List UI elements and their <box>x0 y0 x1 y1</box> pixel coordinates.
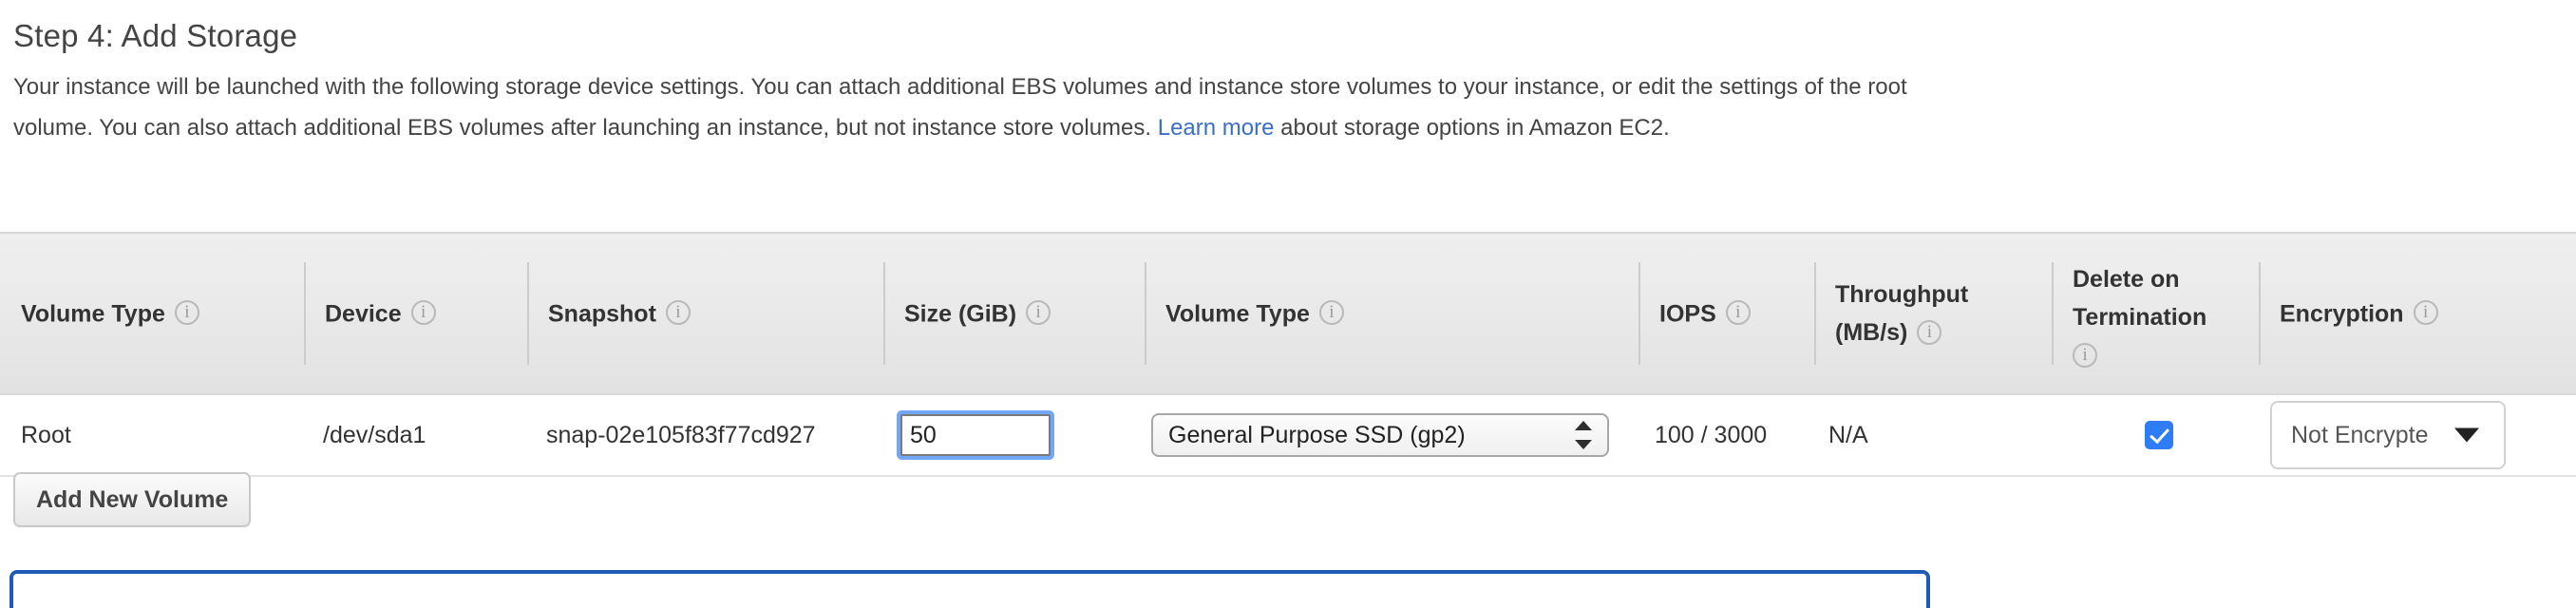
cell-delete-on-termination <box>2069 395 2249 475</box>
intro-paragraph: Your instance will be launched with the … <box>13 66 1951 148</box>
intro-text-after-link: about storage options in Amazon EC2. <box>1274 115 1670 141</box>
column-header-label-line1: Throughput <box>1835 281 1969 308</box>
cell-volume-type-root: Root <box>21 421 71 448</box>
size-input[interactable] <box>900 414 1051 456</box>
column-header-iops: IOPS <box>1638 234 1814 393</box>
column-header-encryption: Encryption <box>2259 234 2576 393</box>
cell-encryption: Not Encrypte <box>2270 395 2555 475</box>
add-new-volume-button[interactable]: Add New Volume <box>13 472 252 527</box>
info-icon[interactable] <box>410 300 436 326</box>
delete-on-termination-checkbox[interactable] <box>2145 421 2173 449</box>
volume-type-select[interactable]: General Purpose SSD (gp2) <box>1151 413 1609 457</box>
column-header-delete-on-termination: Delete on Termination <box>2052 234 2259 393</box>
cell-throughput: N/A <box>1828 421 1868 448</box>
column-header-label: IOPS <box>1659 300 1716 328</box>
info-icon[interactable] <box>1026 300 1051 326</box>
info-icon[interactable] <box>1725 300 1751 326</box>
column-header-label: Device <box>325 300 402 328</box>
info-icon[interactable] <box>665 300 691 326</box>
page-title: Step 4: Add Storage <box>13 18 298 53</box>
info-icon[interactable] <box>174 300 199 326</box>
column-header-snapshot: Snapshot <box>527 234 883 393</box>
learn-more-link[interactable]: Learn more <box>1158 115 1275 141</box>
column-header-label: Snapshot <box>548 300 656 328</box>
column-header-label: Size (GiB) <box>904 300 1017 328</box>
volume-type-select-value: General Purpose SSD (gp2) <box>1168 421 1466 448</box>
column-header-label-line2: (MB/s) <box>1835 319 1908 346</box>
cell-iops: 100 / 3000 <box>1655 421 1768 448</box>
column-header-label-line1: Delete on <box>2073 266 2180 293</box>
info-icon[interactable] <box>2073 343 2097 368</box>
table-row: Root /dev/sda1 snap-02e105f83f77cd927 Ge… <box>0 395 2576 477</box>
chevron-down-icon[interactable] <box>2454 428 2479 443</box>
info-icon[interactable] <box>1318 300 1344 326</box>
cell-size <box>900 395 1157 475</box>
column-header-label: Encryption <box>2280 300 2404 328</box>
encryption-select[interactable]: Not Encrypte <box>2270 401 2506 469</box>
column-header-label-line2: Termination <box>2073 304 2207 331</box>
bottom-info-panel <box>9 570 1930 608</box>
column-header-label: Volume Type <box>21 300 165 328</box>
column-header-volume-type-root: Volume Type <box>0 234 304 393</box>
column-header-device: Device <box>304 234 527 393</box>
encryption-select-value: Not Encrypte <box>2291 421 2429 448</box>
storage-table: Volume Type Device Snapshot Size (GiB) <box>0 234 2576 477</box>
cell-device: /dev/sda1 <box>323 421 426 448</box>
cell-volume-type-select: General Purpose SSD (gp2) <box>1151 395 1645 475</box>
stepper-arrows-icon[interactable] <box>1575 419 1592 451</box>
column-header-label: Volume Type <box>1165 300 1310 328</box>
column-header-size: Size (GiB) <box>883 234 1145 393</box>
info-icon[interactable] <box>2413 300 2438 326</box>
table-header-row: Volume Type Device Snapshot Size (GiB) <box>0 234 2576 395</box>
add-storage-page: Step 4: Add Storage Your instance will b… <box>0 0 2576 608</box>
column-header-volume-type: Volume Type <box>1145 234 1638 393</box>
cell-snapshot: snap-02e105f83f77cd927 <box>546 421 816 448</box>
info-icon[interactable] <box>1917 320 1942 345</box>
column-header-throughput: Throughput (MB/s) <box>1814 234 2052 393</box>
